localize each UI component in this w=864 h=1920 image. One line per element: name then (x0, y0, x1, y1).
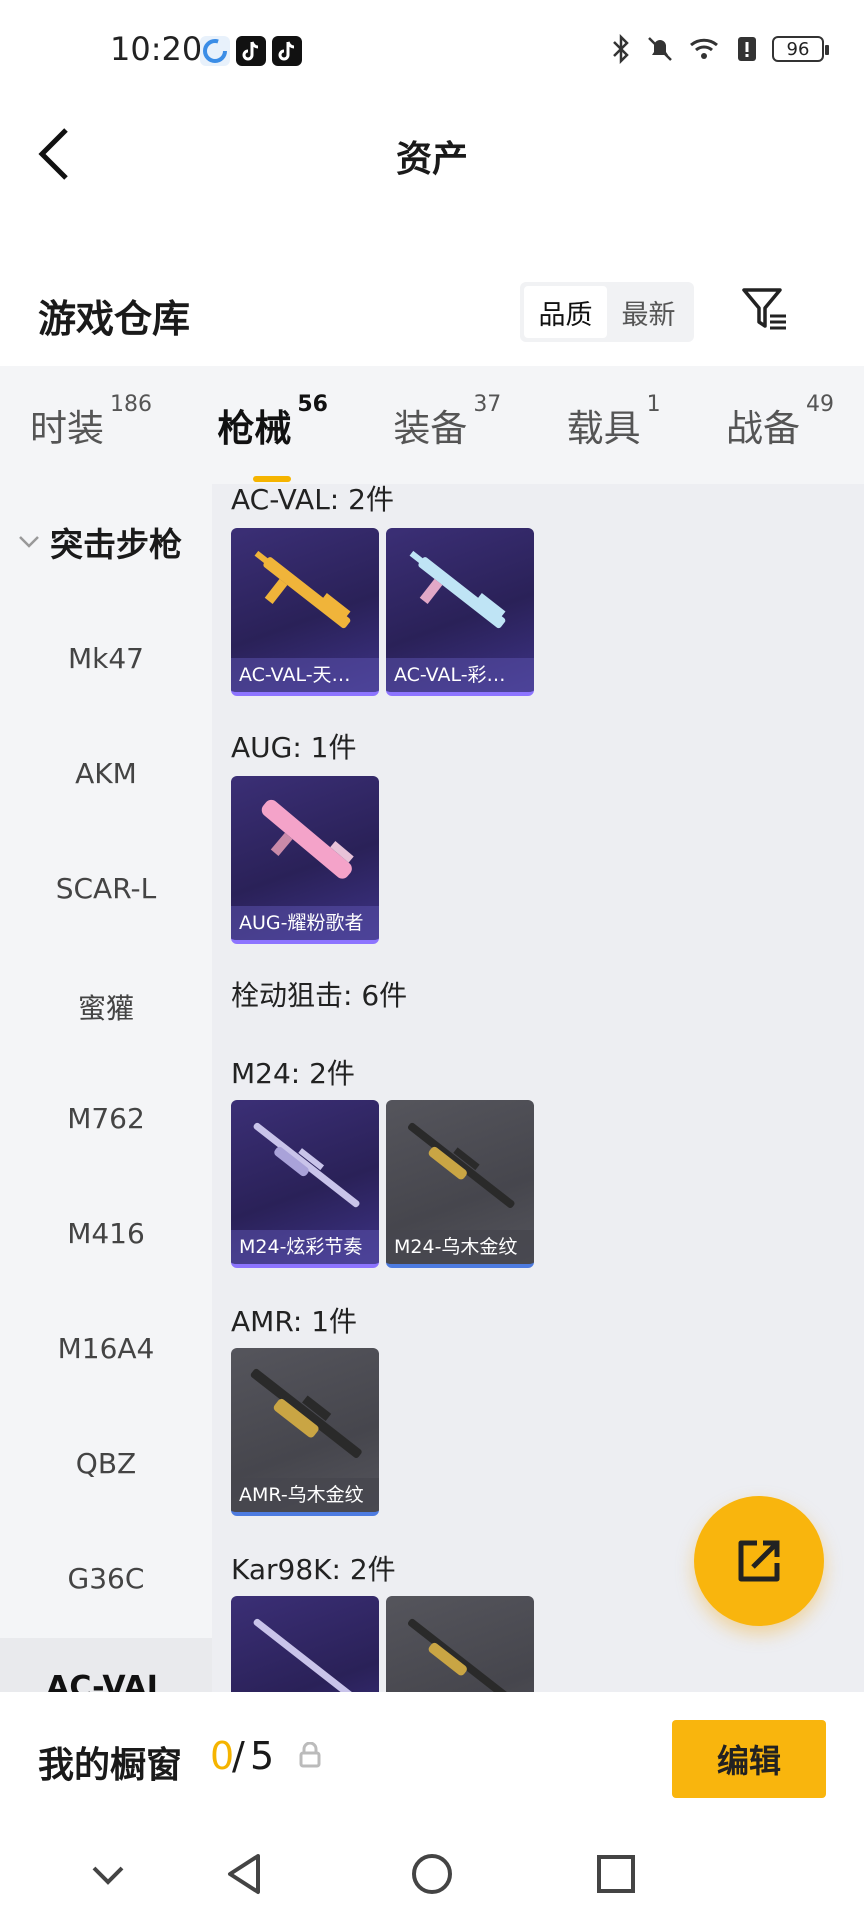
weapon-card[interactable] (231, 1596, 379, 1692)
warehouse-title: 游戏仓库 (38, 297, 191, 341)
filter-button[interactable] (740, 284, 790, 334)
sidebar-item-qbz[interactable]: QBZ (0, 1447, 212, 1480)
sniper-rifle-icon (253, 1618, 360, 1692)
showcase-current-count: 0 (210, 1734, 235, 1778)
weapon-card-label: M24-炫彩节奏 (231, 1230, 379, 1264)
tab-count: 37 (473, 392, 502, 417)
tab-label: 载具 (566, 407, 641, 450)
nav-recents-button[interactable] (586, 1844, 646, 1904)
showcase-label: 我的橱窗 (38, 1745, 183, 1786)
weapon-card-label: AUG-耀粉歌者 (231, 906, 379, 940)
assets-page: 10:20 96 资产 游戏仓库 品质 最新 时装 186 枪械 56 装备 3… (0, 0, 864, 1920)
weapon-card[interactable]: AC-VAL-彩… (386, 528, 534, 696)
sort-newest-button[interactable]: 最新 (607, 286, 690, 338)
rifle-icon (409, 550, 506, 629)
weapon-card[interactable]: AUG-耀粉歌者 (231, 776, 379, 944)
tab-costume[interactable]: 时装 186 (30, 392, 152, 452)
weapon-card-label: AMR-乌木金纹 (231, 1478, 379, 1512)
tiktok-icon (272, 36, 302, 66)
tab-supplies[interactable]: 战备 49 (726, 392, 834, 452)
tiktok-icon (236, 36, 266, 66)
section-title: AC-VAL: 2件 (231, 484, 394, 516)
sidebar-item-honey-badger[interactable]: 蜜獾 (0, 987, 212, 1027)
status-icons: 96 (610, 34, 829, 64)
sniper-rifle-icon (407, 1122, 515, 1208)
tab-label: 装备 (393, 407, 468, 450)
showcase-max-count: 5 (250, 1734, 275, 1778)
sniper-rifle-icon (253, 1122, 360, 1208)
battery-indicator: 96 (772, 36, 829, 62)
sidebar-item-g36c[interactable]: G36C (0, 1562, 212, 1595)
section-title: 栓动狙击: 6件 (231, 979, 408, 1012)
sidebar-group-label: 突击步枪 (50, 525, 182, 564)
weapon-card-label: AC-VAL-彩… (386, 658, 534, 692)
mute-bell-icon (648, 37, 672, 61)
sidebar-item-m416[interactable]: M416 (0, 1217, 212, 1250)
tab-label: 战备 (726, 407, 800, 450)
system-nav-bar (0, 1830, 864, 1920)
section-title: M24: 2件 (231, 1057, 355, 1090)
filter-icon (742, 288, 786, 330)
sort-quality-button[interactable]: 品质 (524, 286, 607, 338)
tab-count: 1 (646, 392, 661, 417)
nav-collapse-button[interactable] (78, 1844, 138, 1904)
tab-label: 枪械 (217, 407, 292, 450)
external-link-icon (738, 1540, 780, 1582)
status-bar: 10:20 96 (0, 0, 864, 100)
status-time: 10:20 (110, 30, 203, 68)
weapon-card[interactable]: AMR-乌木金纹 (231, 1348, 379, 1516)
warehouse-header: 游戏仓库 品质 最新 (0, 270, 864, 370)
nav-home-button[interactable] (402, 1844, 462, 1904)
weapon-card-label: M24-乌木金纹 (386, 1230, 534, 1264)
tab-label: 时装 (30, 407, 104, 450)
weapon-card[interactable]: M24-乌木金纹 (386, 1100, 534, 1268)
edit-button[interactable]: 编辑 (672, 1720, 826, 1798)
sidebar-item-ac-val[interactable]: AC-VAL (0, 1638, 212, 1692)
lock-icon (299, 1742, 321, 1768)
sidebar-item-akm[interactable]: AKM (0, 757, 212, 790)
tab-count: 56 (297, 392, 328, 417)
bluetooth-icon (613, 34, 629, 64)
weapon-card[interactable] (386, 1596, 534, 1692)
category-tabs: 时装 186 枪械 56 装备 37 载具 1 战备 49 (0, 366, 864, 484)
rifle-icon (261, 799, 354, 879)
sniper-rifle-icon (407, 1618, 515, 1692)
sort-toggle: 品质 最新 (520, 282, 694, 342)
showcase-count-separator: / (232, 1734, 245, 1778)
tab-count: 186 (110, 392, 152, 417)
app-notification-icon (200, 36, 230, 66)
weapon-card[interactable]: AC-VAL-天… (231, 528, 379, 696)
tab-weapons[interactable]: 枪械 56 (217, 392, 328, 482)
showcase-bar: 我的橱窗 0 / 5 编辑 (0, 1692, 864, 1830)
sidebar-item-mk47[interactable]: Mk47 (0, 642, 212, 675)
chevron-down-icon (19, 536, 39, 548)
share-fab[interactable] (694, 1496, 824, 1626)
section-title: AUG: 1件 (231, 731, 357, 764)
section-title: Kar98K: 2件 (231, 1553, 396, 1586)
app-header: 资产 (0, 100, 864, 210)
alert-icon (738, 37, 756, 61)
rifle-icon (254, 550, 351, 629)
sniper-rifle-icon (250, 1368, 362, 1459)
tab-count: 49 (806, 392, 834, 417)
active-tab-indicator (253, 476, 292, 482)
tab-equipment[interactable]: 装备 37 (393, 392, 501, 452)
sidebar-item-m762[interactable]: M762 (0, 1102, 212, 1135)
sidebar-item-scar-l[interactable]: SCAR-L (0, 872, 212, 905)
tab-vehicles[interactable]: 载具 1 (566, 392, 661, 452)
sidebar-group-assault-rifles[interactable]: 突击步枪 (16, 518, 182, 566)
nav-back-button[interactable] (216, 1844, 276, 1904)
weapon-type-sidebar: 突击步枪 Mk47 AKM SCAR-L 蜜獾 M762 M416 M16A4 … (0, 484, 212, 1692)
section-title: AMR: 1件 (231, 1305, 358, 1338)
weapon-card-label: AC-VAL-天… (231, 658, 379, 692)
sidebar-item-m16a4[interactable]: M16A4 (0, 1332, 212, 1365)
page-title: 资产 (395, 139, 468, 180)
wifi-icon (690, 38, 718, 59)
weapon-card[interactable]: M24-炫彩节奏 (231, 1100, 379, 1268)
